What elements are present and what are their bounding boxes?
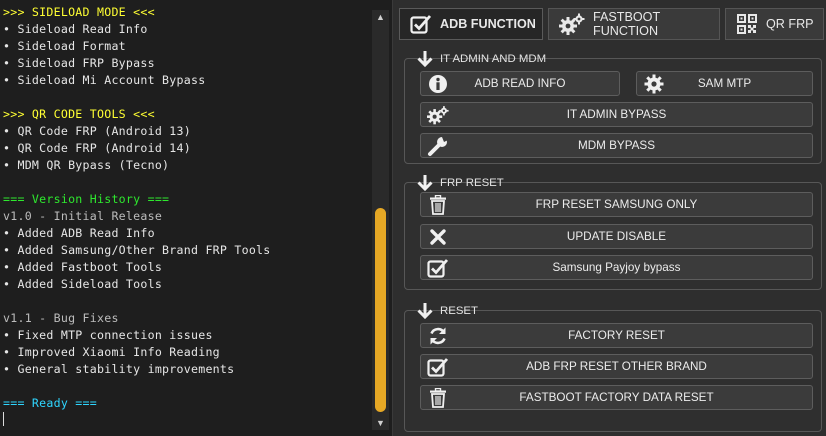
tab-adb-function[interactable]: ADB FUNCTION xyxy=(399,8,543,40)
button-label: UPDATE DISABLE xyxy=(566,230,667,243)
gears-icon xyxy=(559,13,585,35)
text-caret xyxy=(3,412,4,426)
log-line: • MDM QR Bypass (Tecno) xyxy=(3,158,170,172)
factory-reset-button[interactable]: FACTORY RESET xyxy=(420,323,813,348)
log-scrollbar[interactable]: ▲ ▼ xyxy=(372,10,389,430)
scrollbar-thumb[interactable] xyxy=(375,208,386,412)
frp-reset-group-title: FRP RESET xyxy=(416,175,504,192)
it-admin-group-title: IT ADMIN AND MDM xyxy=(416,51,547,68)
button-label: MDM BYPASS xyxy=(577,139,656,152)
button-label: ADB FRP RESET OTHER BRAND xyxy=(526,360,707,373)
it-admin-bypass-button[interactable]: IT ADMIN BYPASS xyxy=(420,102,813,127)
log-text-area[interactable]: >>> SIDELOAD MODE <<< • Sideload Read In… xyxy=(0,0,372,436)
log-line: >>> QR CODE TOOLS <<< xyxy=(3,107,155,121)
log-line: • Added ADB Read Info xyxy=(3,226,155,240)
log-line: • Improved Xiaomi Info Reading xyxy=(3,345,220,359)
log-line: >>> SIDELOAD MODE <<< xyxy=(3,5,155,19)
mdm-bypass-button[interactable]: MDM BYPASS xyxy=(420,133,813,158)
fastboot-factory-data-reset-button[interactable]: FASTBOOT FACTORY DATA RESET xyxy=(420,385,813,410)
log-line: • Added Fastboot Tools xyxy=(3,260,163,274)
log-line: v1.1 - Bug Fixes xyxy=(3,311,119,325)
log-line: === Version History === xyxy=(3,192,170,206)
button-label: IT ADMIN BYPASS xyxy=(566,108,667,121)
samsung-payjoy-bypass-button[interactable]: Samsung Payjoy bypass xyxy=(420,255,813,280)
tab-label: QR FRP xyxy=(766,17,814,31)
sam-mtp-button[interactable]: SAM MTP xyxy=(636,71,813,96)
log-line: • Sideload Format xyxy=(3,39,126,53)
button-label: FRP RESET SAMSUNG ONLY xyxy=(535,198,698,211)
scroll-up-arrow-icon[interactable]: ▲ xyxy=(372,10,389,24)
log-line: • QR Code FRP (Android 14) xyxy=(3,141,191,155)
group-title-text: RESET xyxy=(440,305,478,317)
log-line: • Sideload Read Info xyxy=(3,22,148,36)
checkbox-icon xyxy=(410,15,432,34)
adb-frp-reset-other-brand-button[interactable]: ADB FRP RESET OTHER BRAND xyxy=(420,354,813,379)
scroll-down-arrow-icon[interactable]: ▼ xyxy=(372,416,389,430)
update-disable-button[interactable]: UPDATE DISABLE xyxy=(420,224,813,249)
button-label: SAM MTP xyxy=(697,77,752,90)
log-line: • Added Samsung/Other Brand FRP Tools xyxy=(3,243,271,257)
log-line: • QR Code FRP (Android 13) xyxy=(3,124,191,138)
log-line: • Added Sideload Tools xyxy=(3,277,163,291)
button-label: Samsung Payjoy bypass xyxy=(552,261,681,274)
tab-label: ADB FUNCTION xyxy=(440,17,536,31)
log-line: === Ready === xyxy=(3,396,97,410)
tab-fastboot-function[interactable]: FASTBOOT FUNCTION xyxy=(548,8,720,40)
arrow-down-icon xyxy=(417,303,433,320)
log-line: • General stability improvements xyxy=(3,362,235,376)
frp-reset-samsung-button[interactable]: FRP RESET SAMSUNG ONLY xyxy=(420,192,813,217)
button-label: FACTORY RESET xyxy=(568,329,665,342)
tab-label: FASTBOOT FUNCTION xyxy=(593,10,660,38)
arrow-down-icon xyxy=(417,51,433,68)
adb-read-info-button[interactable]: ADB READ INFO xyxy=(420,71,620,96)
tab-qr-frp[interactable]: QR FRP xyxy=(725,8,824,40)
log-line: • Fixed MTP connection issues xyxy=(3,328,213,342)
group-title-text: IT ADMIN AND MDM xyxy=(440,53,547,65)
log-line: v1.0 - Initial Release xyxy=(3,209,163,223)
arrow-down-icon xyxy=(417,175,433,192)
button-label: ADB READ INFO xyxy=(474,77,566,90)
group-title-text: FRP RESET xyxy=(440,177,504,189)
function-panel: ADB FUNCTION FASTBOOT FUNCTION QR FRP IT… xyxy=(397,0,826,436)
log-line: • Sideload Mi Account Bypass xyxy=(3,73,206,87)
log-console[interactable]: >>> SIDELOAD MODE <<< • Sideload Read In… xyxy=(0,0,393,436)
reset-group-title: RESET xyxy=(416,303,478,320)
button-label: FASTBOOT FACTORY DATA RESET xyxy=(519,391,714,404)
log-line: • Sideload FRP Bypass xyxy=(3,56,155,70)
qr-code-icon xyxy=(737,14,757,34)
